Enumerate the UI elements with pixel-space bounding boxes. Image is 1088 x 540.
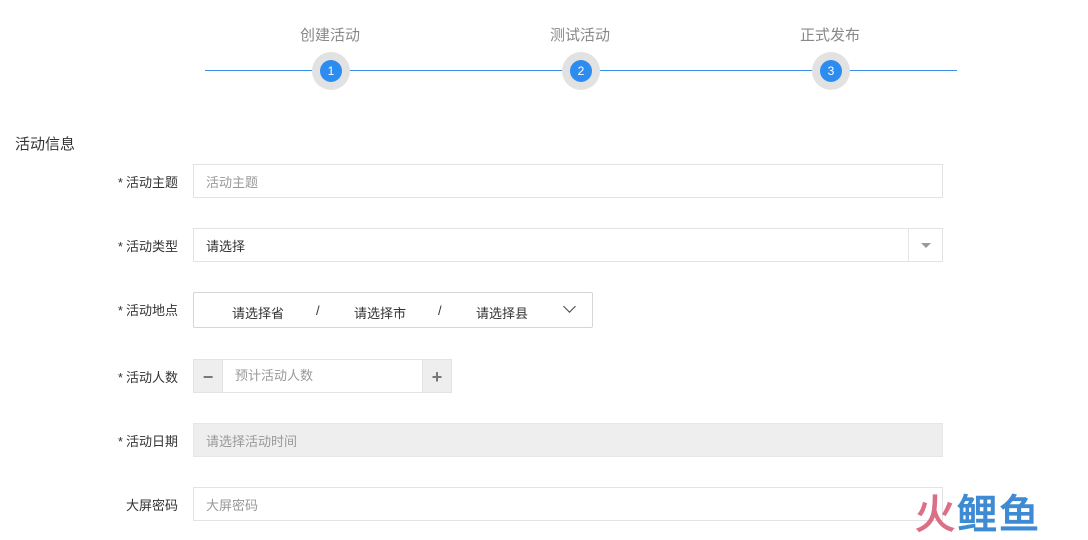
county-select[interactable]: 请选择县 <box>476 303 528 322</box>
required-mark: * <box>117 175 123 190</box>
step-title-publish: 正式发布 <box>799 27 860 44</box>
people-label-text: 活动人数 <box>125 370 178 385</box>
step-title-create: 创建活动 <box>299 27 360 44</box>
step-line-4 <box>849 70 957 71</box>
location-cascader[interactable]: 请选择省 / 请选择市 / 请选择县 <box>193 292 593 328</box>
required-mark: * <box>117 303 123 318</box>
location-separator: / <box>316 303 320 318</box>
steps-bar: 创建活动 测试活动 正式发布 1 2 3 <box>0 0 1088 110</box>
people-stepper: − 预计活动人数 + <box>193 359 453 393</box>
people-input[interactable]: 预计活动人数 <box>223 359 423 393</box>
increment-button[interactable]: + <box>422 359 452 393</box>
people-placeholder: 预计活动人数 <box>235 368 314 383</box>
step-2: 2 <box>562 52 600 90</box>
step-line-2 <box>349 70 565 71</box>
theme-label: * 活动主题 <box>118 172 178 191</box>
decrement-button[interactable]: − <box>193 359 223 393</box>
step-2-number: 2 <box>570 60 592 82</box>
screen-password-label-text: 大屏密码 <box>125 498 178 513</box>
date-placeholder: 请选择活动时间 <box>206 433 298 449</box>
date-label-text: 活动日期 <box>125 434 178 449</box>
step-title-test: 测试活动 <box>549 27 610 44</box>
date-input[interactable]: 请选择活动时间 <box>193 423 943 457</box>
type-select-value: 请选择 <box>206 238 246 254</box>
watermark-char-2: 鲤 <box>957 492 999 538</box>
theme-input[interactable]: 活动主题 <box>193 164 943 198</box>
watermark-char-1: 火 <box>915 492 957 538</box>
screen-password-placeholder: 大屏密码 <box>206 497 259 513</box>
caret-down-icon[interactable] <box>908 229 942 261</box>
city-select[interactable]: 请选择市 <box>354 303 406 322</box>
required-mark: * <box>117 434 123 449</box>
section-title: 活动信息 <box>15 136 76 153</box>
type-select[interactable]: 请选择 <box>193 228 943 262</box>
province-select[interactable]: 请选择省 <box>232 303 284 322</box>
screen-password-input[interactable]: 大屏密码 <box>193 487 943 521</box>
step-3-number: 3 <box>820 60 842 82</box>
theme-label-text: 活动主题 <box>125 175 178 190</box>
chevron-down-icon[interactable] <box>563 300 576 313</box>
watermark-char-3: 鱼 <box>999 492 1041 538</box>
theme-placeholder: 活动主题 <box>206 174 259 190</box>
type-label: * 活动类型 <box>118 236 178 255</box>
required-mark: * <box>117 370 123 385</box>
required-mark: * <box>117 239 123 254</box>
location-label: * 活动地点 <box>118 300 178 319</box>
step-line-3 <box>599 70 815 71</box>
screen-password-label: 大屏密码 <box>126 495 178 514</box>
watermark-logo: 火鲤鱼 <box>915 482 1065 538</box>
step-3: 3 <box>812 52 850 90</box>
location-label-text: 活动地点 <box>125 303 178 318</box>
step-1-number: 1 <box>320 60 342 82</box>
date-label: * 活动日期 <box>118 431 178 450</box>
people-label: * 活动人数 <box>118 367 178 386</box>
type-label-text: 活动类型 <box>125 239 178 254</box>
step-line-1 <box>205 70 317 71</box>
location-separator: / <box>438 303 442 318</box>
step-1: 1 <box>312 52 350 90</box>
